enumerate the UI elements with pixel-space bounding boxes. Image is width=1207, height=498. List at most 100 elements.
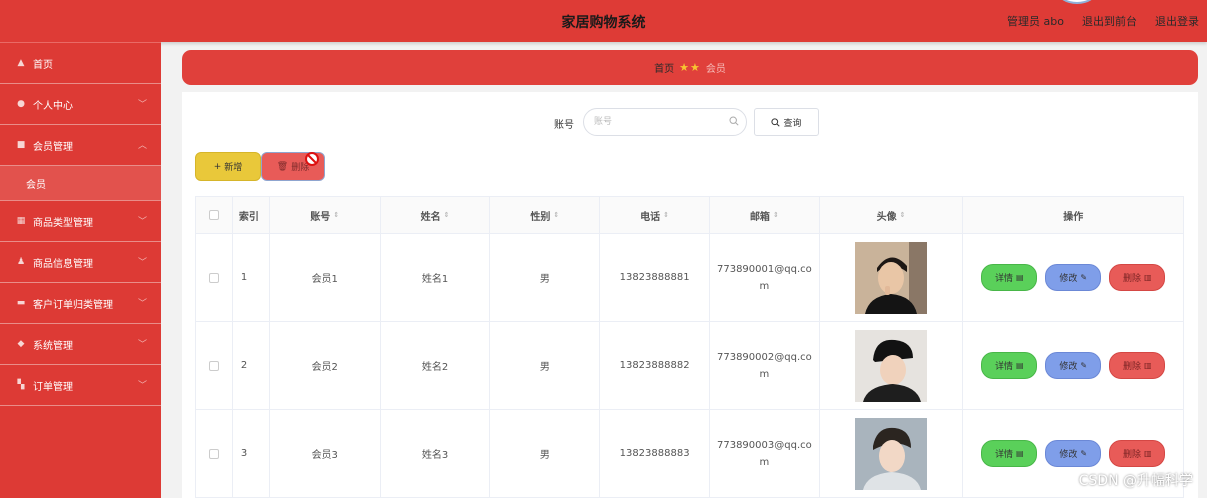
select-all-checkbox[interactable]	[208, 210, 219, 220]
header-checkbox-cell	[196, 197, 233, 233]
search-input[interactable]	[583, 108, 747, 136]
cell-email: 773890002@qq.com	[710, 322, 820, 409]
detail-label: 详情	[994, 450, 1013, 460]
back-to-front-link[interactable]: 退出到前台	[1082, 13, 1137, 29]
delete-label: 删除	[1122, 362, 1141, 372]
avatar-photo	[855, 241, 928, 314]
detail-button[interactable]: 详情 ▤	[981, 352, 1038, 379]
cell-actions: 详情 ▤ 修改 ✎ 删除 ▥	[963, 322, 1183, 409]
query-button[interactable]: 查询	[754, 108, 819, 136]
sidebar-item-label: 系统管理	[33, 340, 73, 352]
email-text: 773890003@qq.com	[716, 439, 812, 468]
header-email[interactable]: 邮箱 ⇕	[710, 197, 820, 233]
cell-account: 会员1	[270, 234, 381, 321]
cell-account: 会员2	[270, 322, 381, 409]
sidebar-subitem-label: 会员	[26, 179, 46, 191]
sort-icon: ⇕	[443, 211, 450, 219]
row-checkbox[interactable]	[208, 360, 219, 371]
grid-icon: ▚	[17, 380, 25, 390]
cell-gender: 男	[490, 410, 601, 497]
sidebar-item-label: 商品类型管理	[33, 217, 93, 229]
header-phone[interactable]: 电话 ⇕	[600, 197, 710, 233]
sidebar-item-label: 订单管理	[33, 381, 73, 393]
sidebar-item-label: 个人中心	[33, 100, 73, 112]
sidebar: ▲ 首页 ● 个人中心 ﹀ ■ 会员管理 ︿ 会员 ▦ 商品类型管理 ﹀ ♟ 商…	[0, 42, 161, 498]
add-button-label: 新增	[224, 163, 243, 173]
system-icon: ◆	[17, 339, 25, 349]
order-category-icon: ▬	[16, 298, 26, 308]
search-label: 账号	[554, 120, 574, 131]
logout-link[interactable]: 退出登录	[1155, 13, 1199, 29]
row-checkbox[interactable]	[208, 448, 219, 459]
edit-button[interactable]: 修改 ✎	[1045, 264, 1102, 291]
sidebar-item-member-management[interactable]: ■ 会员管理 ︿	[0, 125, 161, 166]
delete-button[interactable]: 删除 ▥	[1109, 352, 1166, 379]
sidebar-item-label: 首页	[33, 59, 53, 71]
header-gender[interactable]: 性别 ⇕	[490, 197, 601, 233]
chevron-down-icon: ﹀	[137, 340, 147, 350]
header-avatar[interactable]: 头像 ⇕	[820, 197, 964, 233]
table-row: 3 会员3 姓名3 男 13823888883 773890003@qq.com…	[196, 410, 1183, 498]
detail-button[interactable]: 详情 ▤	[981, 264, 1038, 291]
email-text: 773890002@qq.com	[716, 351, 812, 380]
trash-icon: ▥	[1143, 273, 1152, 282]
category-icon: ▦	[16, 216, 26, 226]
sidebar-item-category-management[interactable]: ▦ 商品类型管理 ﹀	[0, 201, 161, 242]
header-index: 索引	[233, 197, 270, 233]
members-icon: ■	[16, 140, 26, 150]
top-header: 家居购物系统 管理员 abo 退出到前台 退出登录	[0, 0, 1207, 42]
delete-button[interactable]: 删除 ▥	[1109, 264, 1166, 291]
header-label: 索引	[238, 211, 259, 223]
sort-icon: ⇕	[899, 211, 906, 219]
member-table: 索引 账号 ⇕ 姓名 ⇕ 性别 ⇕ 电话 ⇕ 邮箱 ⇕ 头像 ⇕ 操作 1 会员1 姓名1 …	[195, 196, 1184, 498]
sidebar-subitem-members[interactable]: 会员	[0, 166, 161, 201]
cell-gender: 男	[490, 234, 601, 321]
header-name[interactable]: 姓名 ⇕	[381, 197, 491, 233]
header-actions: 管理员 abo 退出到前台 退出登录	[1007, 13, 1199, 29]
table-header: 索引 账号 ⇕ 姓名 ⇕ 性别 ⇕ 电话 ⇕ 邮箱 ⇕ 头像 ⇕ 操作	[196, 197, 1183, 234]
cell-avatar	[820, 410, 964, 497]
trash-icon: ▥	[1143, 361, 1152, 370]
cell-phone: 13823888882	[600, 322, 710, 409]
breadcrumb-home[interactable]: 首页	[654, 60, 674, 75]
chevron-down-icon: ﹀	[137, 100, 147, 110]
goods-icon: ♟	[16, 257, 26, 267]
header-account[interactable]: 账号 ⇕	[270, 197, 381, 233]
cell-phone: 13823888883	[600, 410, 710, 497]
sidebar-item-system-management[interactable]: ◆ 系统管理 ﹀	[0, 324, 161, 365]
sidebar-item-goods-management[interactable]: ♟ 商品信息管理 ﹀	[0, 242, 161, 283]
cell-index: 3	[233, 410, 270, 497]
sort-icon: ⇕	[333, 211, 340, 219]
delete-button[interactable]: 删除 ▥	[1109, 440, 1166, 467]
header-actions: 操作	[963, 197, 1183, 233]
sidebar-item-order-management[interactable]: ▚ 订单管理 ﹀	[0, 365, 161, 406]
cell-email: 773890001@qq.com	[710, 234, 820, 321]
delete-label: 删除	[1122, 274, 1141, 284]
sidebar-item-personal-center[interactable]: ● 个人中心 ﹀	[0, 84, 161, 125]
header-label: 性别	[530, 211, 551, 223]
sort-icon: ⇕	[772, 211, 779, 219]
cell-name: 姓名3	[381, 410, 491, 497]
table-row: 1 会员1 姓名1 男 13823888881 773890001@qq.com…	[196, 234, 1183, 322]
add-button[interactable]: + 新增	[195, 152, 261, 181]
detail-button[interactable]: 详情 ▤	[981, 440, 1038, 467]
sort-icon: ⇕	[553, 211, 560, 219]
avatar-photo	[855, 417, 928, 490]
chevron-up-icon: ︿	[137, 141, 147, 151]
sidebar-item-label: 商品信息管理	[33, 258, 93, 270]
row-checkbox[interactable]	[208, 272, 219, 283]
trash-icon: 🗑	[276, 161, 289, 172]
row-checkbox-cell	[196, 322, 233, 409]
edit-button[interactable]: 修改 ✎	[1045, 440, 1102, 467]
cell-phone: 13823888881	[600, 234, 710, 321]
edit-button[interactable]: 修改 ✎	[1045, 352, 1102, 379]
header-avatar[interactable]	[1057, 0, 1097, 4]
pencil-icon: ✎	[1080, 273, 1088, 282]
email-text: 773890001@qq.com	[716, 263, 812, 292]
not-allowed-cursor-icon	[305, 152, 319, 166]
sidebar-item-home[interactable]: ▲ 首页	[0, 43, 161, 84]
cell-index: 1	[233, 234, 270, 321]
header-label: 姓名	[420, 211, 441, 223]
star-separator-icon: ★★	[679, 61, 701, 74]
sidebar-item-order-category-management[interactable]: ▬ 客户订单归类管理 ﹀	[0, 283, 161, 324]
